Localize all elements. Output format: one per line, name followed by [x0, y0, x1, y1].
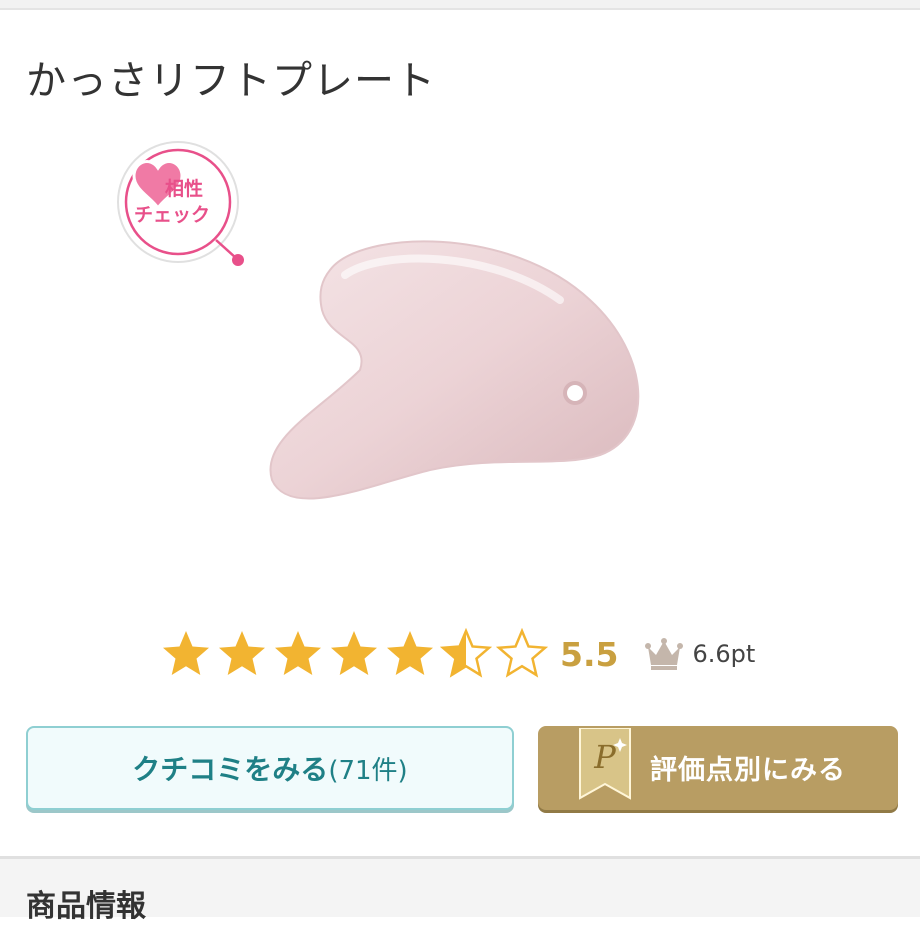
view-reviews-label: クチコミをみる	[132, 753, 329, 786]
star-half-icon	[440, 628, 492, 678]
rating-row: 5.5 6.6pt	[160, 622, 755, 686]
product-info-section: 商品情報	[0, 859, 920, 924]
star-rating	[160, 628, 552, 680]
points-value: 6.6pt	[692, 640, 756, 668]
top-bar	[0, 0, 920, 10]
star-full-icon	[331, 631, 377, 675]
section-title: 商品情報	[26, 889, 146, 924]
rating-score: 5.5	[560, 634, 619, 674]
view-by-rating-button[interactable]: P 評価点別にみる	[538, 726, 898, 810]
view-by-rating-label: 評価点別にみる	[650, 755, 846, 786]
crown-icon	[645, 638, 684, 670]
star-full-icon	[163, 631, 209, 675]
premium-p-ribbon-icon: P	[579, 728, 631, 800]
view-reviews-button[interactable]: クチコミをみる (71件)	[26, 726, 514, 810]
product-image	[269, 240, 640, 500]
product-title: かっさリフトプレート	[26, 58, 436, 104]
svg-text:P: P	[593, 738, 616, 776]
compatibility-check-label: 相性 チェック	[133, 178, 210, 226]
star-empty-icon	[496, 628, 548, 678]
star-full-icon	[219, 631, 265, 675]
star-full-icon	[275, 631, 321, 675]
review-count: (71件)	[328, 755, 408, 786]
star-full-icon	[387, 631, 433, 675]
